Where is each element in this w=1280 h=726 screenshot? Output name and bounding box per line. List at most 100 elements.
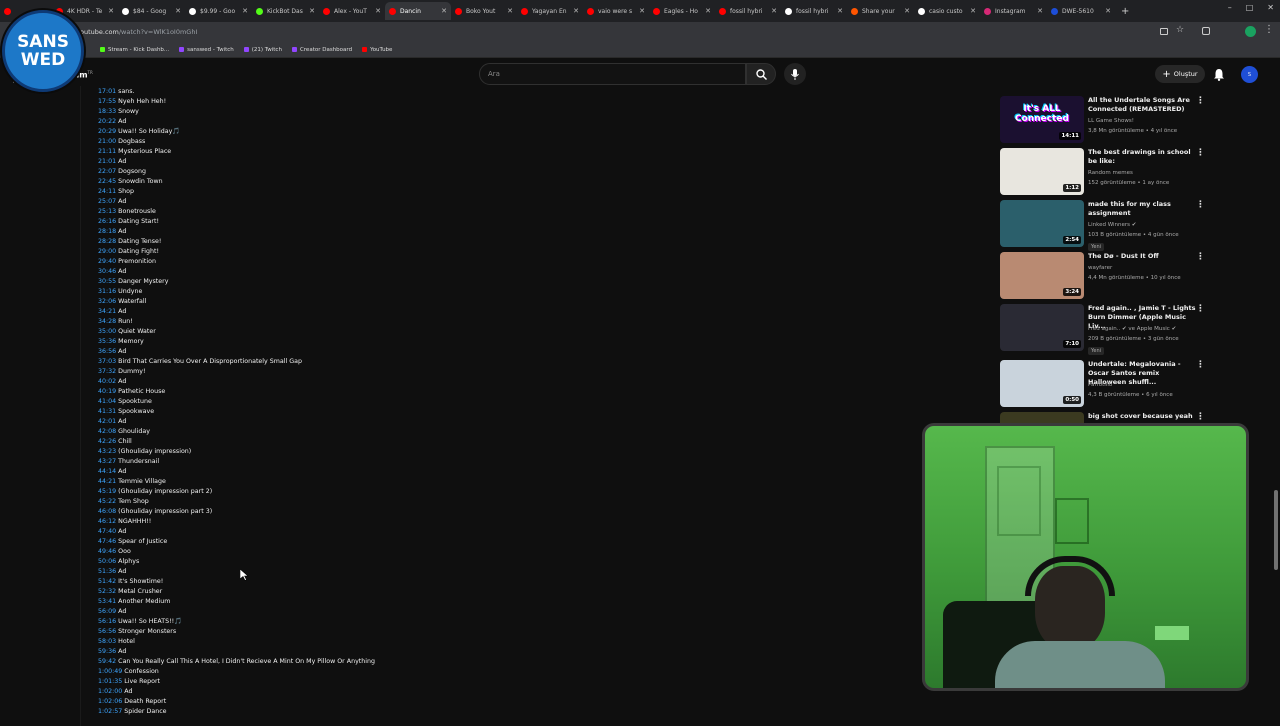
chapter-timestamp-link[interactable]: 30:55 bbox=[98, 278, 116, 285]
channel-name[interactable]: Random memes bbox=[1088, 170, 1133, 176]
chapter-timestamp-link[interactable]: 40:19 bbox=[98, 388, 116, 395]
chapter-timestamp-link[interactable]: 59:36 bbox=[98, 648, 116, 655]
chapter-timestamp-link[interactable]: 1:02:00 bbox=[98, 688, 122, 695]
more-actions-icon[interactable]: ⋮ bbox=[1196, 304, 1205, 314]
related-video-item[interactable]: 7:10 Fred again.. , Jamie T - Lights Burn… bbox=[1000, 304, 1268, 355]
bookmark-item[interactable]: Creator Dashboard bbox=[291, 47, 352, 53]
chapter-timestamp-link[interactable]: 35:00 bbox=[98, 328, 116, 335]
browser-tab[interactable]: $9.99 - Goo ✕ bbox=[185, 2, 252, 20]
video-thumbnail[interactable]: 3:24 bbox=[1000, 252, 1084, 299]
video-title[interactable]: big shot cover because yeah bbox=[1088, 412, 1196, 421]
chapter-timestamp-link[interactable]: 51:42 bbox=[98, 578, 116, 585]
chapter-timestamp-link[interactable]: 22:45 bbox=[98, 178, 116, 185]
tab-close-icon[interactable]: ✕ bbox=[702, 7, 711, 15]
close-window-icon[interactable]: ✕ bbox=[1267, 3, 1274, 12]
chapter-timestamp-link[interactable]: 47:46 bbox=[98, 538, 116, 545]
cast-icon[interactable] bbox=[1160, 28, 1168, 35]
chapter-timestamp-link[interactable]: 43:23 bbox=[98, 448, 116, 455]
chapter-timestamp-link[interactable]: 1:00:49 bbox=[98, 668, 122, 675]
video-thumbnail[interactable]: 1:12 bbox=[1000, 148, 1084, 195]
bookmark-item[interactable]: YouTube bbox=[362, 47, 392, 53]
chapter-timestamp-link[interactable]: 18:33 bbox=[98, 108, 116, 115]
browser-tab[interactable]: $84 - Goog ✕ bbox=[118, 2, 185, 20]
search-button[interactable] bbox=[746, 63, 776, 85]
chapter-timestamp-link[interactable]: 52:32 bbox=[98, 588, 116, 595]
chapter-timestamp-link[interactable]: 34:21 bbox=[98, 308, 116, 315]
browser-tab[interactable]: Alex - YouT ✕ bbox=[319, 2, 385, 20]
related-video-item[interactable]: It's ALL Connected 14:11 All the Undertale… bbox=[1000, 96, 1268, 146]
chapter-timestamp-link[interactable]: 17:01 bbox=[98, 88, 116, 95]
browser-tab[interactable]: fossil hybri ✕ bbox=[781, 2, 847, 20]
bookmark-item[interactable]: Stream - Kick Dashb... bbox=[100, 47, 169, 53]
chapter-timestamp-link[interactable]: 26:16 bbox=[98, 218, 116, 225]
tab-close-icon[interactable]: ✕ bbox=[570, 7, 579, 15]
tab-close-icon[interactable]: ✕ bbox=[636, 7, 645, 15]
chapter-timestamp-link[interactable]: 42:26 bbox=[98, 438, 116, 445]
browser-tab[interactable]: vaio were s ✕ bbox=[583, 2, 649, 20]
more-actions-icon[interactable]: ⋮ bbox=[1196, 360, 1205, 370]
chapter-timestamp-link[interactable]: 36:56 bbox=[98, 348, 116, 355]
chapter-timestamp-link[interactable]: 44:21 bbox=[98, 478, 116, 485]
chapter-timestamp-link[interactable]: 20:29 bbox=[98, 128, 116, 135]
related-video-item[interactable]: 0:50 Undertale: Megalovania - Oscar Santo… bbox=[1000, 360, 1268, 410]
chapter-timestamp-link[interactable]: 56:16 bbox=[98, 618, 116, 625]
browser-tab[interactable]: Share your ✕ bbox=[847, 2, 914, 20]
chapter-timestamp-link[interactable]: 40:02 bbox=[98, 378, 116, 385]
tab-close-icon[interactable]: ✕ bbox=[901, 7, 910, 15]
chapter-timestamp-link[interactable]: 58:03 bbox=[98, 638, 116, 645]
more-actions-icon[interactable]: ⋮ bbox=[1196, 412, 1205, 422]
chapter-timestamp-link[interactable]: 1:02:06 bbox=[98, 698, 122, 705]
tab-close-icon[interactable]: ✕ bbox=[834, 7, 843, 15]
browser-tab[interactable]: fossil hybri ✕ bbox=[715, 2, 781, 20]
tab-close-icon[interactable]: ✕ bbox=[372, 7, 381, 15]
chapter-timestamp-link[interactable]: 34:28 bbox=[98, 318, 116, 325]
bookmark-item[interactable]: (21) Twitch bbox=[243, 47, 282, 53]
chapter-timestamp-link[interactable]: 46:12 bbox=[98, 518, 116, 525]
more-actions-icon[interactable]: ⋮ bbox=[1196, 252, 1205, 262]
chapter-timestamp-link[interactable]: 22:07 bbox=[98, 168, 116, 175]
channel-name[interactable]: Fred again.. ✔ ve Apple Music ✔ bbox=[1088, 326, 1176, 332]
channel-name[interactable]: Parrotillo bbox=[1088, 382, 1112, 388]
page-scrollbar[interactable] bbox=[1272, 60, 1280, 720]
chapter-timestamp-link[interactable]: 47:40 bbox=[98, 528, 116, 535]
bookmark-item[interactable]: sanswed - Twitch bbox=[179, 47, 234, 53]
more-actions-icon[interactable]: ⋮ bbox=[1196, 200, 1205, 210]
account-avatar[interactable]: S bbox=[1241, 66, 1258, 83]
chapter-timestamp-link[interactable]: 21:01 bbox=[98, 158, 116, 165]
channel-name[interactable]: wayfarer bbox=[1088, 265, 1112, 271]
browser-tab[interactable]: Dancin ✕ bbox=[385, 2, 451, 20]
chapter-timestamp-link[interactable]: 24:11 bbox=[98, 188, 116, 195]
chapter-timestamp-link[interactable]: 29:40 bbox=[98, 258, 116, 265]
tab-close-icon[interactable]: ✕ bbox=[105, 7, 114, 15]
chapter-timestamp-link[interactable]: 42:08 bbox=[98, 428, 116, 435]
chapter-timestamp-link[interactable]: 31:16 bbox=[98, 288, 116, 295]
new-tab-button[interactable]: + bbox=[1115, 6, 1135, 17]
chapter-timestamp-link[interactable]: 37:03 bbox=[98, 358, 116, 365]
extensions-icon[interactable] bbox=[1202, 27, 1210, 35]
video-title[interactable]: The best drawings in school be like: bbox=[1088, 148, 1196, 166]
chapter-timestamp-link[interactable]: 1:01:35 bbox=[98, 678, 122, 685]
chapter-timestamp-link[interactable]: 51:36 bbox=[98, 568, 116, 575]
chapter-timestamp-link[interactable]: 50:06 bbox=[98, 558, 116, 565]
chapter-timestamp-link[interactable]: 32:06 bbox=[98, 298, 116, 305]
tab-close-icon[interactable]: ✕ bbox=[239, 7, 248, 15]
video-thumbnail[interactable]: 7:10 bbox=[1000, 304, 1084, 351]
browser-tab[interactable]: KickBot Das ✕ bbox=[252, 2, 319, 20]
tab-close-icon[interactable]: ✕ bbox=[768, 7, 777, 15]
chapter-timestamp-link[interactable]: 45:22 bbox=[98, 498, 116, 505]
maximize-icon[interactable]: □ bbox=[1246, 3, 1254, 12]
search-input[interactable]: Ara bbox=[479, 63, 746, 85]
scrollbar-thumb[interactable] bbox=[1274, 490, 1278, 570]
tab-close-icon[interactable]: ✕ bbox=[438, 7, 447, 15]
video-title[interactable]: The Dø - Dust It Off bbox=[1088, 252, 1196, 261]
browser-tab[interactable]: Eagles - Ho ✕ bbox=[649, 2, 715, 20]
url-field[interactable]: outube.com/watch?v=WlK1oI0mGhI bbox=[80, 28, 197, 36]
browser-tab[interactable]: Boko Yout ✕ bbox=[451, 2, 517, 20]
chapter-timestamp-link[interactable]: 49:46 bbox=[98, 548, 116, 555]
address-bar[interactable]: outube.com/watch?v=WlK1oI0mGhI ☆ ⋮ bbox=[0, 22, 1280, 42]
video-title[interactable]: made this for my class assignment bbox=[1088, 200, 1196, 218]
chapter-timestamp-link[interactable]: 42:01 bbox=[98, 418, 116, 425]
chapter-timestamp-link[interactable]: 30:46 bbox=[98, 268, 116, 275]
chapter-timestamp-link[interactable]: 1:02:57 bbox=[98, 708, 122, 715]
more-actions-icon[interactable]: ⋮ bbox=[1196, 148, 1205, 158]
